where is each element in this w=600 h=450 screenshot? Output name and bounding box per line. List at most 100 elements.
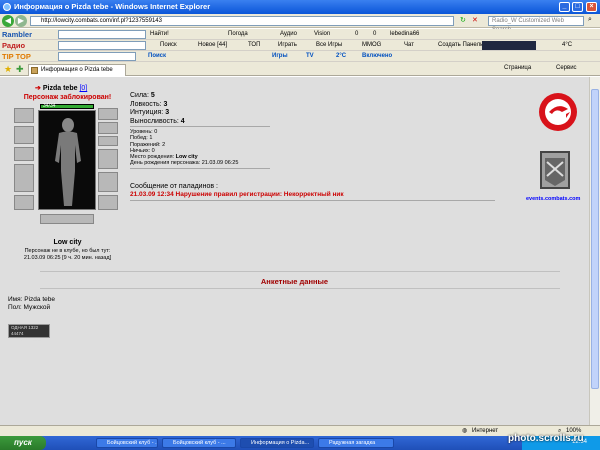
tab-info[interactable]: Информация о Pizda tebe [28,64,126,76]
stat-value: 3 [163,100,168,108]
vertical-scrollbar[interactable] [589,77,600,425]
all-games-button[interactable]: Все Игры [316,40,342,50]
weapon-slot[interactable] [14,126,34,144]
stat-value: 3 [165,109,170,116]
back-button[interactable]: ◀ [2,15,14,27]
character-figure-icon [55,118,81,206]
profile-section-title: Анкетные данные [260,277,329,286]
profile-gender: Пол: Мужской [8,304,51,311]
stop-icon[interactable]: ✕ [472,16,478,24]
tab-row: ★ ✚ Информация о Pizda tebe Страница Сер… [0,62,600,76]
info-label: Побед: [130,135,148,142]
task-item[interactable]: Бойцовский клуб - ... [162,438,236,448]
mail2-count[interactable]: 0 [373,29,376,39]
stats-list: Сила: 5 Ловкость: 3 Интуиция: 3 Выносливост… [130,92,185,126]
rambler-toolbar: Rambler Найти! Погода Аудио Vision 0 0 l… [0,29,600,40]
info-label: Место рождения: [130,154,175,161]
chat-button[interactable]: Чат [404,40,414,50]
maximize-button[interactable]: □ [572,2,583,12]
visit-counter[interactable]: ОДНАЯ 1322 44474 АРТ 29624620 [8,324,50,342]
watermark: photo.scrolls.ru [508,433,584,444]
start-button[interactable]: пуск [0,436,46,450]
leggings-slot[interactable] [98,195,118,210]
forward-button[interactable]: ▶ [15,15,27,27]
belt-slot[interactable] [14,164,34,192]
bag-slot[interactable] [40,214,94,224]
stat-label: Выносливость: [130,117,179,125]
task-item-active[interactable]: Информация о Pizda... [240,438,314,448]
close-button[interactable]: × [586,2,597,12]
divider [130,126,270,127]
info-value: 0 [151,147,155,154]
vision-button[interactable]: Vision [314,29,330,39]
profile-data: Имя: Pizda tebe Пол: Мужской [8,296,55,312]
rambler-search-input[interactable] [58,30,146,39]
task-item[interactable]: Радужная загадка [318,438,394,448]
city-label: Low city [53,239,82,246]
user-button[interactable]: lebedina66 [390,29,419,39]
new-button[interactable]: Новое [44] [198,40,227,50]
rambler-logo: Rambler [2,30,33,39]
earring-slot[interactable] [98,108,118,120]
events-link[interactable]: events.combats.com [526,196,580,202]
weather-temp: 4°C [562,42,573,48]
stat-value: 5 [150,92,155,99]
tv-button[interactable]: TV [306,51,314,61]
boots-slot[interactable] [14,195,34,210]
go-icon[interactable]: ↻ [460,16,466,24]
divider [130,200,495,201]
info-value: 1 [149,135,153,142]
games-button[interactable]: Игры [272,51,288,61]
play-button[interactable]: Играть [278,40,297,50]
search-input[interactable]: Radio_W Customized Web Search [488,16,584,33]
armor-slot[interactable] [14,147,34,161]
tiptop-logo: TIP TOP [2,52,31,61]
ie-icon [3,3,11,11]
find-button[interactable]: Найти! [150,29,169,39]
stat-row: Сила: 5 [130,92,185,101]
gloves-slot[interactable] [98,149,118,169]
info-value: 21.03.09 06:25 [201,160,239,167]
paladin-message-header: Сообщение от паладинов : [130,183,218,190]
info-value: Low city [175,154,198,161]
character-level-link[interactable]: [0] [79,85,87,92]
top-button[interactable]: ТОП [248,40,260,50]
helmet-slot[interactable] [14,108,34,123]
page-menu[interactable]: Страница [504,65,531,71]
character-name: ➔ Pizda tebe [0] [35,85,88,92]
search-button[interactable]: Поиск [160,40,177,50]
create-panel-button[interactable]: Создать Панель [438,40,483,50]
add-favorite-icon[interactable]: ✚ [16,64,24,75]
minimize-button[interactable]: _ [559,2,570,12]
shield-slot[interactable] [98,172,118,192]
scrollbar-thumb[interactable] [591,89,599,389]
tiptop-search-input[interactable] [58,52,136,61]
mail-count[interactable]: 0 [355,29,358,39]
combats-logo-icon[interactable] [538,92,578,132]
amulet-slot[interactable] [98,122,118,134]
info-value: 2 [162,141,166,148]
divider [40,288,560,289]
zone-label: Интернет [472,428,499,434]
address-bar[interactable]: http://lowcity.combats.com/inf.pl?123755… [30,16,454,26]
service-menu[interactable]: Сервис [556,65,577,71]
ring-slot[interactable] [98,136,118,146]
task-item[interactable]: Бойцовский клуб - ... [96,438,158,448]
enabled-button[interactable]: Включено [362,51,392,61]
stat-label: Сила: [130,92,149,99]
player-widget[interactable] [482,41,536,50]
info-label: Ничьих: [130,147,151,154]
events-emblem-icon[interactable] [533,150,577,194]
tiptop-search-button[interactable]: Поиск [148,51,166,61]
radio-search-input[interactable] [58,41,146,50]
window-titlebar: Информация о Pizda tebe - Windows Intern… [0,0,600,14]
weather-button[interactable]: Погода [228,29,248,39]
profile-name: Имя: Pizda tebe [8,296,55,303]
search-icon[interactable]: ⌕ [588,16,592,24]
audio-button[interactable]: Аудио [280,29,297,39]
arrow-icon: ➔ [35,85,41,92]
stat-row: Ловкость: 3 [130,101,185,110]
address-row: ◀ ▶ http://lowcity.combats.com/inf.pl?12… [0,14,600,33]
favorites-star-icon[interactable]: ★ [4,64,12,75]
mmog-button[interactable]: MMOG [362,40,381,50]
